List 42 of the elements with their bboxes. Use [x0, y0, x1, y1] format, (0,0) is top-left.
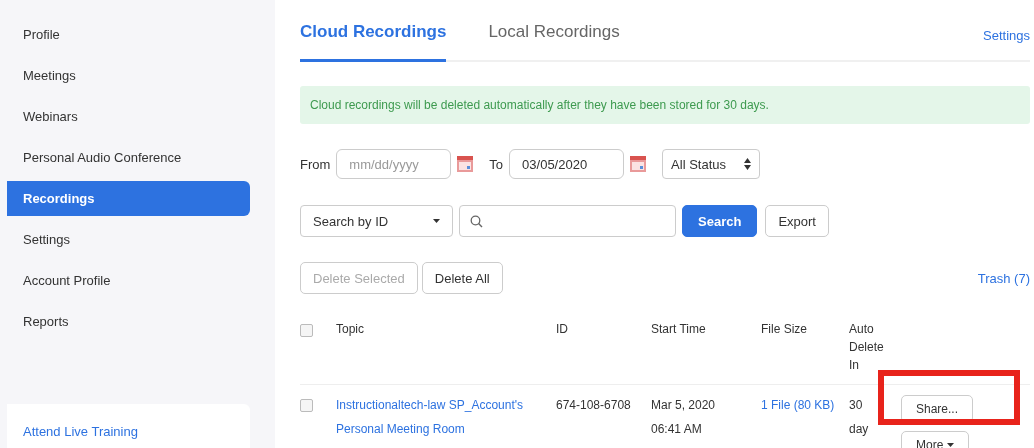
- column-header: ID: [556, 322, 568, 336]
- to-label: To: [489, 156, 504, 172]
- from-label: From: [300, 156, 331, 172]
- sidebar-item[interactable]: Profile: [7, 17, 250, 52]
- sidebar-item[interactable]: Recordings: [7, 181, 250, 216]
- search-field[interactable]: [459, 205, 676, 237]
- training-link[interactable]: Attend Live Training: [23, 424, 138, 439]
- column-header: Auto Delete In: [849, 321, 883, 374]
- checkbox[interactable]: [300, 324, 313, 337]
- notice-banner: Cloud recordings will be deleted automatically after they have been stored for 30 days.: [300, 86, 1030, 124]
- calendar-icon[interactable]: [630, 156, 647, 172]
- column-header: Topic: [336, 322, 364, 336]
- sidebar-item[interactable]: Account Profile: [7, 263, 250, 298]
- file-size-link[interactable]: 1 File (80 KB): [761, 398, 835, 412]
- to-date-field[interactable]: 03/05/2020: [509, 149, 625, 179]
- status-dropdown[interactable]: All Status: [662, 149, 760, 179]
- table-cell-text: 30 day: [849, 397, 870, 438]
- topic-link[interactable]: Instructionaltech-law SP_Account's Personal Meeting Room: [336, 393, 556, 441]
- trash-link[interactable]: Trash (7): [977, 270, 1030, 286]
- sidebar-item[interactable]: Settings: [7, 222, 250, 257]
- table-cell: 674-108-6708: [556, 398, 631, 412]
- sidebar-item[interactable]: Webinars: [7, 99, 250, 134]
- caret-icon: [433, 219, 440, 223]
- search-by-dropdown[interactable]: Search by ID: [300, 205, 453, 237]
- table-cell-text: Mar 5, 2020 06:41 AM: [651, 397, 717, 438]
- settings-link[interactable]: Settings: [983, 28, 1030, 60]
- tab[interactable]: Cloud Recordings: [300, 22, 447, 62]
- tab[interactable]: Local Recordings: [488, 22, 620, 62]
- sidebar-item[interactable]: Personal Audio Conference: [7, 140, 250, 175]
- column-header: File Size: [761, 322, 807, 336]
- sidebar-item[interactable]: Meetings: [7, 58, 250, 93]
- from-date-field[interactable]: mm/dd/yyyy: [336, 149, 452, 179]
- export-button[interactable]: Export: [765, 205, 829, 237]
- search-icon: [470, 214, 483, 228]
- checkbox[interactable]: [300, 399, 313, 412]
- sort-arrows-icon: [744, 158, 751, 170]
- sidebar-item[interactable]: Reports: [7, 304, 250, 339]
- search-button[interactable]: Search: [682, 205, 758, 237]
- delete-button[interactable]: Delete All: [421, 262, 503, 294]
- calendar-icon[interactable]: [457, 156, 474, 172]
- caret-icon: [947, 443, 955, 447]
- column-header: Start Time: [651, 322, 706, 336]
